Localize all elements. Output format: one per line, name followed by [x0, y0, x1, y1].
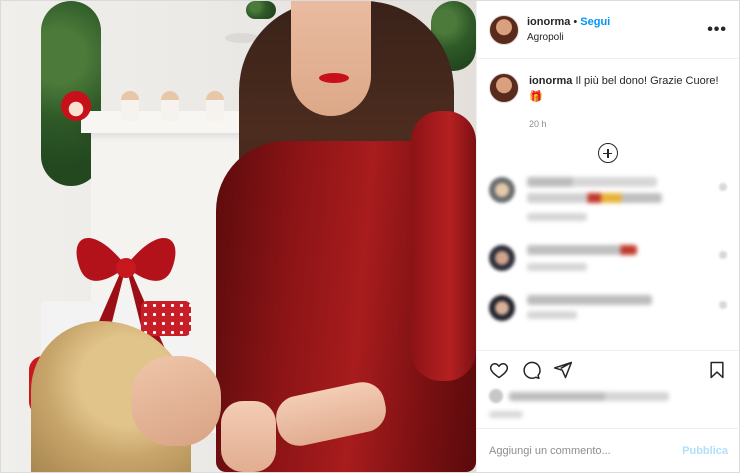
blurred-text: [527, 295, 652, 305]
header-text: ionorma • Segui Agropoli: [527, 15, 707, 45]
publish-button[interactable]: Pubblica: [682, 445, 728, 457]
post-header: ionorma • Segui Agropoli •••: [477, 1, 739, 59]
caption-text: ionorma Il più bel dono! Grazie Cuore! 🎁: [529, 73, 727, 105]
post-actions: [477, 350, 739, 418]
commenter-avatar[interactable]: [489, 245, 515, 271]
caption: ionorma Il più bel dono! Grazie Cuore! 🎁: [489, 73, 727, 105]
post-side-panel: ionorma • Segui Agropoli ••• ionorma Il pi…: [476, 1, 740, 472]
dress-sleeve: [411, 111, 476, 381]
commenter-avatar[interactable]: [489, 295, 515, 321]
blurred-meta: [527, 263, 587, 271]
instagram-post: ionorma • Segui Agropoli ••• ionorma Il pi…: [0, 0, 740, 473]
comment-body: [527, 177, 727, 227]
blurred-meta: [527, 213, 587, 221]
comment-body: [527, 295, 727, 325]
caption-username[interactable]: ionorma: [529, 75, 572, 87]
caption-avatar[interactable]: [489, 73, 519, 103]
red-lips: [319, 73, 349, 83]
blurred-text: [527, 245, 637, 255]
commenter-avatar[interactable]: [489, 177, 515, 203]
caption-time[interactable]: 20 h: [529, 119, 727, 129]
blurred-date: [489, 411, 523, 418]
like-icon[interactable]: [719, 251, 727, 259]
blurred-text: [527, 193, 662, 203]
blurred-meta: [527, 311, 577, 319]
comment-body: [527, 245, 727, 277]
angel-figurine: [206, 91, 224, 121]
angel-figurine: [121, 91, 139, 121]
kissing-face: [131, 356, 221, 446]
user-avatar[interactable]: [489, 14, 519, 45]
bookmark-icon[interactable]: [707, 360, 727, 380]
like-icon[interactable]: [719, 183, 727, 191]
blurred-comment: [489, 177, 727, 227]
likes-summary: [489, 389, 727, 403]
santa-ornament: [61, 91, 91, 121]
blurred-text: [527, 177, 657, 187]
angel-figurine: [161, 91, 179, 121]
liker-avatar[interactable]: [489, 389, 503, 403]
more-horizontal-icon[interactable]: •••: [707, 21, 727, 39]
username-link[interactable]: ionorma: [527, 16, 570, 28]
hand: [221, 401, 276, 472]
location-link[interactable]: Agropoli: [527, 30, 707, 45]
blurred-comment: [489, 295, 727, 325]
blurred-comment: [489, 245, 727, 277]
blurred-likes: [509, 391, 669, 401]
post-photo[interactable]: [1, 1, 476, 472]
comment-input[interactable]: [489, 444, 683, 457]
action-icons: [489, 357, 727, 383]
comment-icon[interactable]: [521, 360, 541, 380]
plus-circle-icon[interactable]: [598, 143, 618, 163]
add-comment-bar: Pubblica: [477, 428, 740, 472]
separator-dot: •: [573, 15, 578, 28]
polka-dot-gift: [141, 301, 191, 336]
garland-top: [246, 1, 276, 19]
heart-icon[interactable]: [489, 360, 509, 380]
comments-area: ionorma Il più bel dono! Grazie Cuore! 🎁…: [477, 59, 739, 350]
like-icon[interactable]: [719, 301, 727, 309]
woman-face: [291, 1, 371, 116]
share-icon[interactable]: [553, 360, 573, 380]
follow-button[interactable]: Segui: [580, 16, 610, 28]
